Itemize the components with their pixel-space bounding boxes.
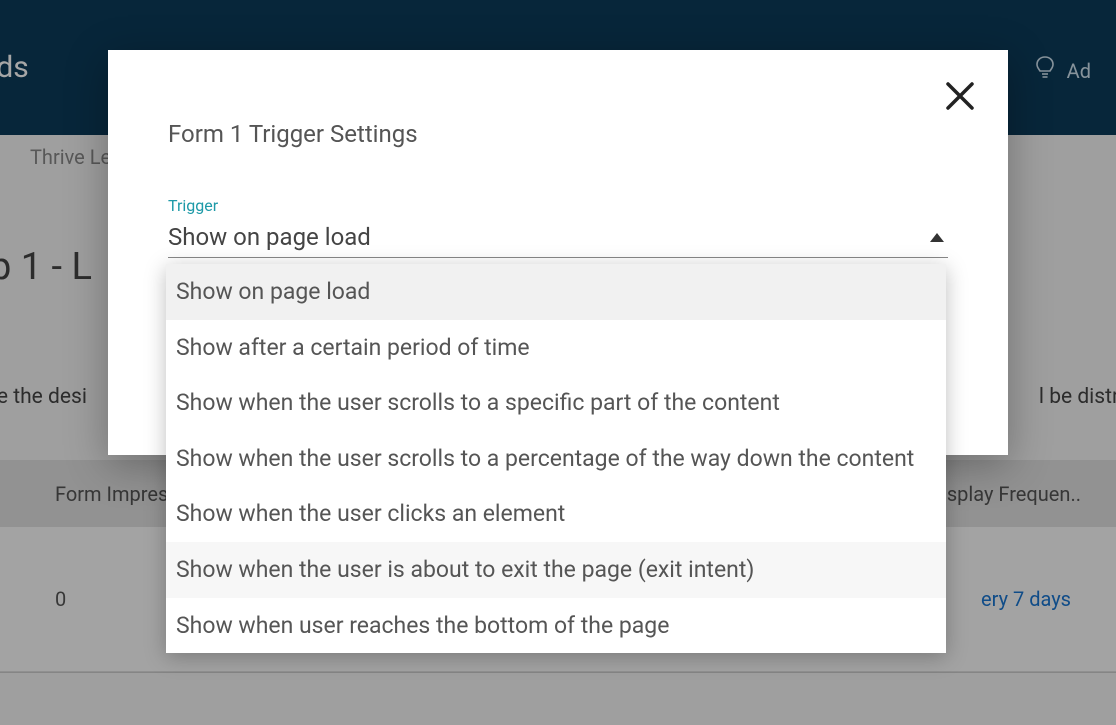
dropdown-option[interactable]: Show when the user is about to exit the … (166, 542, 946, 598)
dropdown-option[interactable]: Show when the user scrolls to a percenta… (166, 431, 946, 487)
dropdown-option[interactable]: Show on page load (166, 264, 946, 320)
dropdown-option[interactable]: Show when user reaches the bottom of the… (166, 598, 946, 654)
chevron-up-icon (930, 233, 944, 242)
trigger-field-label: Trigger (168, 196, 948, 215)
trigger-dropdown: Show on page load Show after a certain p… (166, 264, 946, 653)
trigger-selected-value: Show on page load (168, 223, 371, 251)
trigger-select[interactable]: Show on page load (168, 223, 948, 258)
modal-title: Form 1 Trigger Settings (168, 120, 948, 148)
close-button[interactable] (942, 78, 978, 114)
dropdown-option[interactable]: Show after a certain period of time (166, 320, 946, 376)
dropdown-option[interactable]: Show when the user scrolls to a specific… (166, 375, 946, 431)
dropdown-option[interactable]: Show when the user clicks an element (166, 486, 946, 542)
